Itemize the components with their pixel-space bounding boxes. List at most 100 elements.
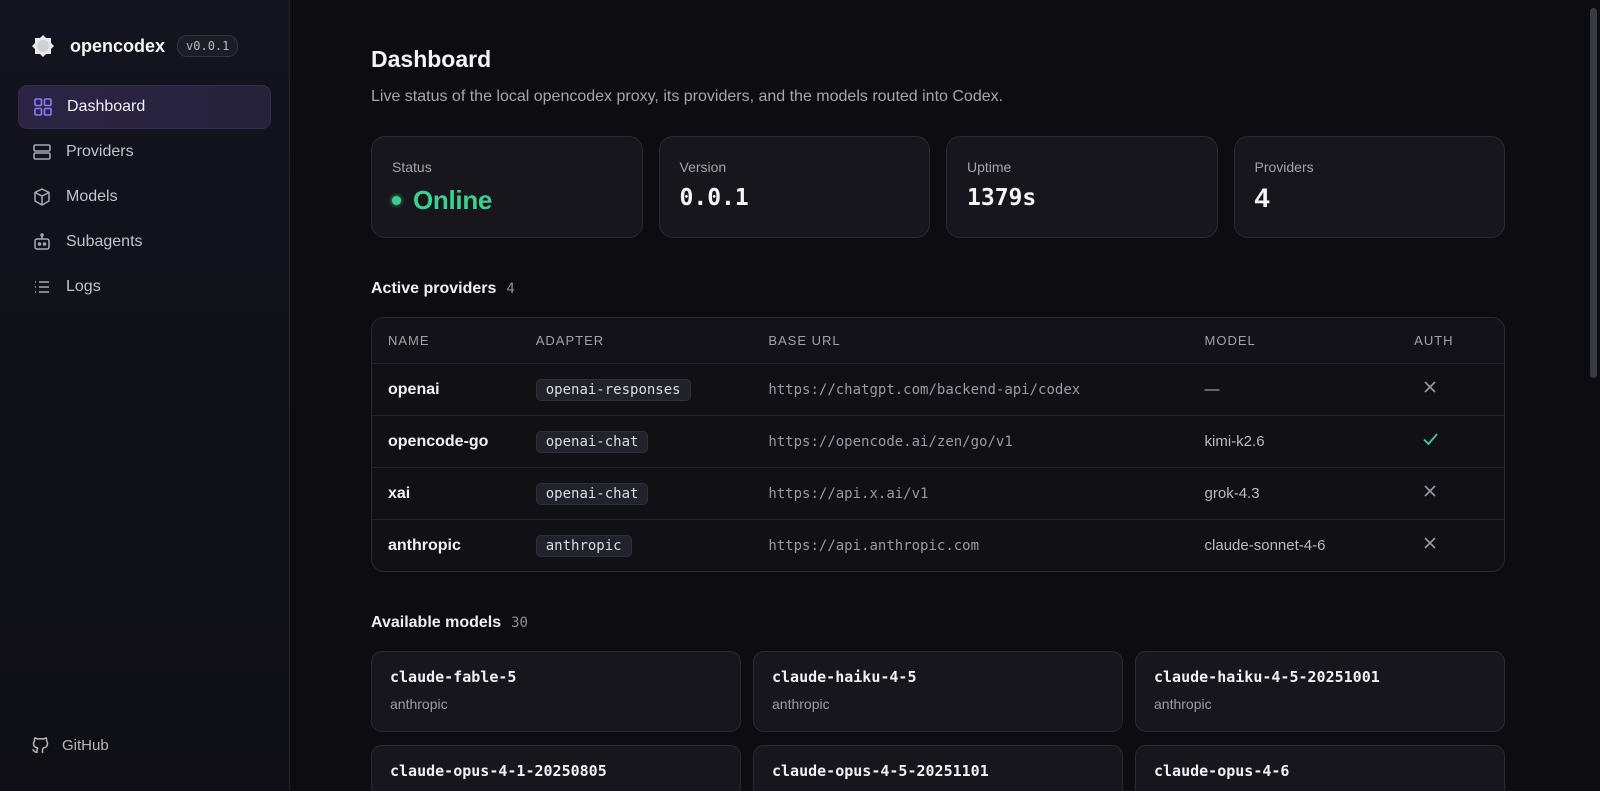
section-count: 30 xyxy=(511,615,528,631)
providers-card: Providers 4 xyxy=(1233,136,1505,238)
bot-icon xyxy=(32,232,52,252)
table-row[interactable]: xai openai-chat https://api.x.ai/v1 grok… xyxy=(372,467,1504,519)
cube-icon xyxy=(32,187,52,207)
list-icon xyxy=(32,277,52,297)
sidebar-item-models[interactable]: Models xyxy=(18,175,271,219)
model-name: claude-opus-4-6 xyxy=(1154,762,1290,780)
uptime-label: Uptime xyxy=(967,159,1012,175)
model-provider: anthropic xyxy=(772,696,830,712)
opencodex-logo-icon xyxy=(30,33,56,59)
version-badge: v0.0.1 xyxy=(177,35,239,57)
model-card[interactable]: claude-opus-4-5-20251101 xyxy=(753,745,1123,791)
sidebar: opencodex v0.0.1 Dashboard Providers Mod… xyxy=(0,0,290,791)
model-name: claude-opus-4-5-20251101 xyxy=(772,762,989,780)
providers-label: Providers xyxy=(1254,159,1314,175)
scrollbar[interactable] xyxy=(1590,8,1597,378)
providers-table: NAME ADAPTER BASE URL MODEL AUTH openai … xyxy=(371,317,1505,572)
github-link[interactable]: GitHub xyxy=(30,735,109,755)
version-card: Version 0.0.1 xyxy=(658,136,930,238)
x-icon xyxy=(1422,379,1438,400)
available-models-heading: Available models 30 xyxy=(371,614,1600,632)
dashboard-grid-icon xyxy=(33,97,53,117)
provider-model: kimi-k2.6 xyxy=(1204,433,1265,450)
uptime-value: 1379s xyxy=(967,185,1037,211)
provider-name: xai xyxy=(388,484,411,502)
column-header-model: MODEL xyxy=(1204,333,1256,348)
provider-model: claude-sonnet-4-6 xyxy=(1204,537,1326,554)
status-card: Status Online xyxy=(371,136,643,238)
sidebar-item-label: Dashboard xyxy=(67,98,146,115)
sidebar-item-label: Providers xyxy=(66,143,134,160)
brand-name: opencodex xyxy=(70,35,166,56)
column-header-base-url: BASE URL xyxy=(768,333,841,348)
adapter-pill: openai-chat xyxy=(535,482,649,505)
model-card[interactable]: claude-haiku-4-5 anthropic xyxy=(753,651,1123,732)
sidebar-item-subagents[interactable]: Subagents xyxy=(18,220,271,264)
auth-cell xyxy=(1414,431,1504,452)
provider-model: — xyxy=(1204,381,1220,398)
provider-name: anthropic xyxy=(388,536,461,554)
adapter-pill: openai-responses xyxy=(535,378,691,401)
github-icon xyxy=(30,735,50,755)
model-card[interactable]: claude-opus-4-6 xyxy=(1135,745,1505,791)
check-icon xyxy=(1422,431,1439,452)
table-row[interactable]: openai openai-responses https://chatgpt.… xyxy=(372,363,1504,415)
status-indicator: Online xyxy=(392,185,622,216)
adapter-pill: openai-chat xyxy=(535,430,649,453)
provider-model: grok-4.3 xyxy=(1204,485,1260,502)
provider-name: openai xyxy=(388,380,440,398)
auth-cell xyxy=(1414,483,1504,504)
x-icon xyxy=(1422,535,1438,556)
adapter-pill: anthropic xyxy=(535,534,632,557)
uptime-card: Uptime 1379s xyxy=(946,136,1218,238)
column-header-name: NAME xyxy=(388,333,430,348)
page-title: Dashboard xyxy=(371,46,492,72)
auth-cell xyxy=(1414,379,1504,400)
sidebar-item-providers[interactable]: Providers xyxy=(18,130,271,174)
brand: opencodex v0.0.1 xyxy=(18,23,271,69)
sidebar-item-label: Subagents xyxy=(66,233,143,250)
model-name: claude-opus-4-1-20250805 xyxy=(390,762,607,780)
section-title: Active providers xyxy=(371,280,497,297)
column-header-auth: AUTH xyxy=(1414,333,1454,348)
model-provider: anthropic xyxy=(390,696,448,712)
table-header: NAME ADAPTER BASE URL MODEL AUTH xyxy=(372,318,1504,363)
status-label: Status xyxy=(392,159,432,175)
model-name: claude-haiku-4-5 xyxy=(772,668,917,686)
provider-name: opencode-go xyxy=(388,432,489,450)
github-label: GitHub xyxy=(62,736,109,754)
sidebar-item-label: Models xyxy=(66,188,118,205)
model-name: claude-haiku-4-5-20251001 xyxy=(1154,668,1380,686)
column-header-adapter: ADAPTER xyxy=(535,333,605,348)
base-url: https://api.anthropic.com xyxy=(768,537,980,554)
sidebar-item-logs[interactable]: Logs xyxy=(18,265,271,309)
model-name: claude-fable-5 xyxy=(390,668,517,686)
version-value: 0.0.1 xyxy=(679,185,749,211)
x-icon xyxy=(1422,483,1438,504)
table-row[interactable]: anthropic anthropic https://api.anthropi… xyxy=(372,519,1504,571)
model-provider: anthropic xyxy=(1154,696,1212,712)
base-url: https://opencode.ai/zen/go/v1 xyxy=(768,433,1013,450)
main-content: Dashboard Live status of the local openc… xyxy=(290,0,1600,791)
providers-value: 4 xyxy=(1254,183,1270,213)
model-card[interactable]: claude-fable-5 anthropic xyxy=(371,651,741,732)
section-count: 4 xyxy=(506,281,515,297)
stat-cards: Status Online Version 0.0.1 Uptime 1379s… xyxy=(371,136,1505,238)
sidebar-item-dashboard[interactable]: Dashboard xyxy=(18,85,271,129)
auth-cell xyxy=(1414,535,1504,556)
model-card[interactable]: claude-haiku-4-5-20251001 anthropic xyxy=(1135,651,1505,732)
sidebar-item-label: Logs xyxy=(66,278,101,295)
active-providers-heading: Active providers 4 xyxy=(371,280,1600,298)
status-dot-icon xyxy=(392,196,401,205)
model-card[interactable]: claude-opus-4-1-20250805 xyxy=(371,745,741,791)
table-row[interactable]: opencode-go openai-chat https://opencode… xyxy=(372,415,1504,467)
section-title: Available models xyxy=(371,614,502,631)
server-icon xyxy=(32,142,52,162)
sidebar-nav: Dashboard Providers Models Subagents Log… xyxy=(18,85,271,309)
version-label: Version xyxy=(679,159,727,175)
base-url: https://chatgpt.com/backend-api/codex xyxy=(768,381,1081,398)
base-url: https://api.x.ai/v1 xyxy=(768,485,929,502)
models-grid: claude-fable-5 anthropic claude-haiku-4-… xyxy=(371,651,1505,791)
status-value: Online xyxy=(413,185,493,215)
page-subtitle: Live status of the local opencodex proxy… xyxy=(371,88,1004,105)
